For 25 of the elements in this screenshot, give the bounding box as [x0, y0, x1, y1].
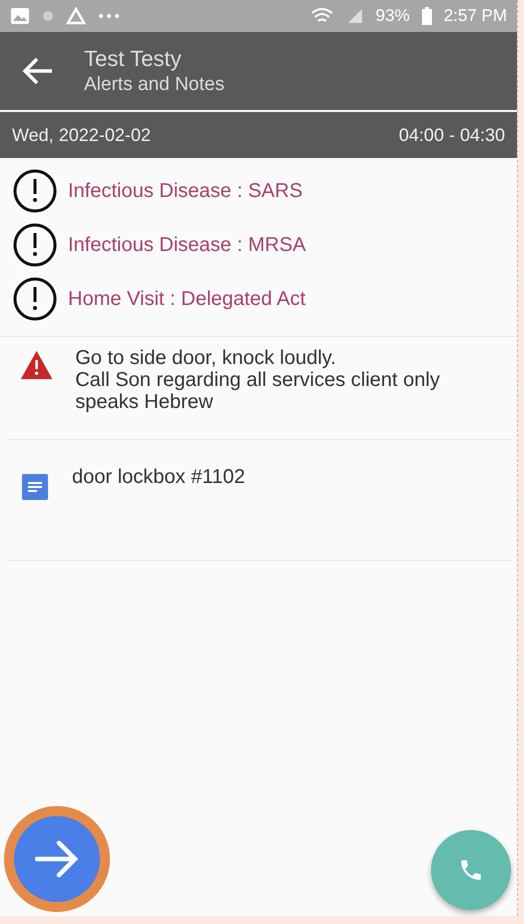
note-text: Go to side door, knock loudly.	[75, 347, 338, 369]
client-name: Test Testy	[84, 46, 182, 72]
alert-text: Infectious Disease : SARS	[68, 180, 303, 202]
back-arrow-icon[interactable]	[22, 56, 54, 86]
note-text: Call Son regarding all services client only speaks Hebrew	[75, 369, 441, 413]
visit-date: Wed, 2022-02-02	[12, 124, 151, 146]
circle-icon	[42, 10, 54, 22]
more-icon	[98, 13, 120, 19]
exclamation-circle-icon	[12, 276, 58, 322]
note-text: door lockbox #1102	[72, 466, 246, 488]
arrow-right-icon	[35, 839, 79, 879]
battery-percent: 93%	[376, 6, 410, 26]
call-button[interactable]	[431, 830, 511, 910]
document-icon	[22, 474, 48, 500]
screen-subtitle: Alerts and Notes	[84, 74, 224, 96]
clock-time: 2:57 PM	[444, 6, 507, 26]
visit-time: 04:00 - 04:30	[398, 124, 505, 146]
signal-icon	[346, 7, 364, 25]
exclamation-circle-icon	[12, 168, 58, 214]
alert-text: Infectious Disease : MRSA	[68, 234, 306, 256]
image-icon	[10, 7, 30, 25]
exclamation-circle-icon	[12, 222, 58, 268]
triangle-icon	[66, 7, 86, 25]
battery-icon	[422, 7, 432, 25]
alert-text: Home Visit : Delegated Act	[68, 288, 306, 310]
